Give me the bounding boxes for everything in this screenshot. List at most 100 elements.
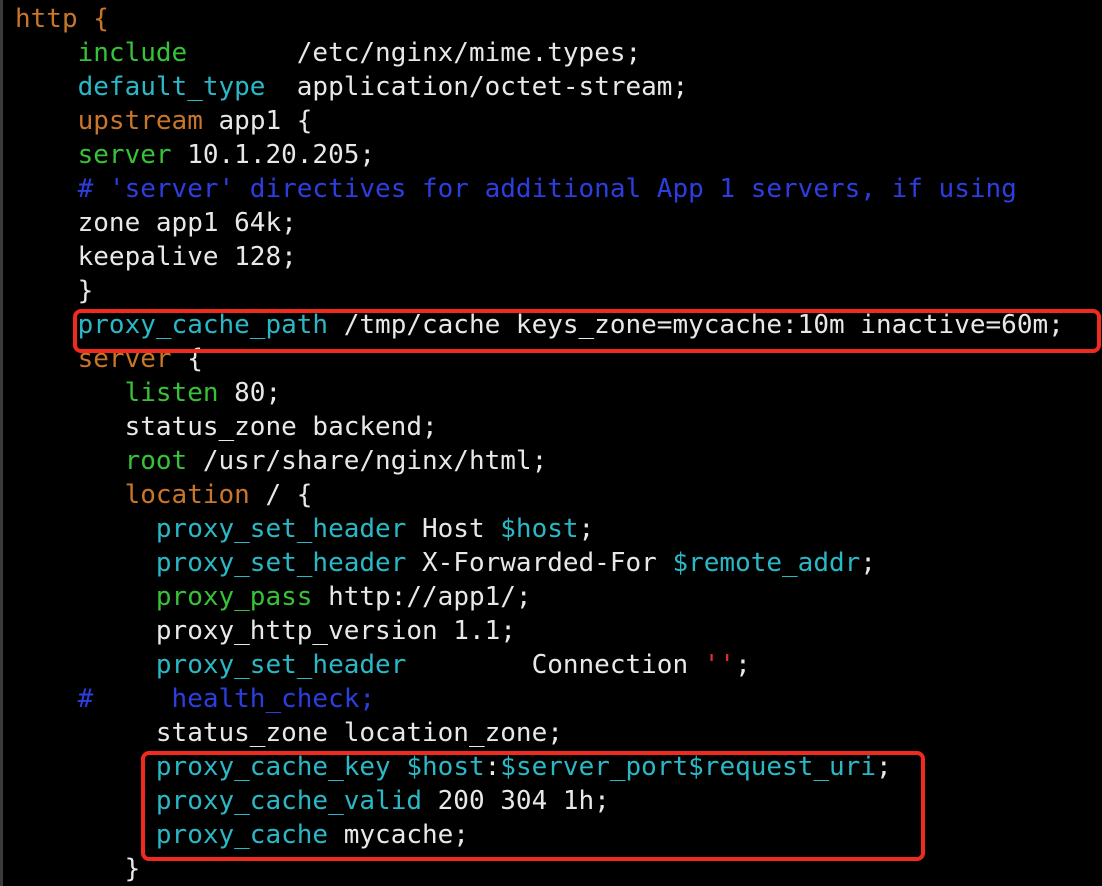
code-line: include /etc/nginx/mime.types; [15,36,1064,70]
code-token: zone app1 64k; [77,208,297,238]
code-token: http { [15,4,109,34]
code-line: listen 80; [15,376,1064,410]
code-line: status_zone location_zone; [15,716,1064,750]
code-token: /etc/nginx/mime.types; [187,38,642,68]
code-token: : [484,752,501,782]
code-line: server { [15,342,1064,376]
code-line: # health_check; [15,682,1064,716]
code-line: proxy_cache_valid 200 304 1h; [15,784,1064,818]
code-token: listen [124,378,219,408]
code-token: upstream [77,106,203,136]
code-line: upstream app1 { [15,104,1064,138]
code-token: X-Forwarded-For [406,548,673,578]
code-token: $host [500,514,579,544]
code-token: status_zone location_zone; [155,718,563,748]
code-token: status_zone backend; [124,412,438,442]
code-token: mycache; [328,820,469,850]
code-token: root [124,446,188,476]
code-token: keepalive 128; [77,242,297,272]
code-line: proxy_cache mycache; [15,818,1064,852]
code-token: proxy_pass [155,582,313,612]
code-token: proxy_set_header [155,650,407,680]
code-token: 10.1.20.205; [171,140,376,170]
code-token: 80; [218,378,282,408]
code-token: ; [860,548,876,578]
code-token: $host [406,752,485,782]
code-token: /tmp/cache keys_zone=mycache:10m inactiv… [328,310,1064,340]
code-token: app1 { [202,106,313,136]
code-token: 200 304 1h; [422,786,610,816]
code-token: Connection [406,650,704,680]
code-token: Host [406,514,501,544]
code-line: } [15,274,1064,308]
code-token: $remote_addr [672,548,861,578]
code-token: / { [249,480,313,510]
code-line: proxy_set_header X-Forwarded-For $remote… [15,546,1064,580]
code-line: proxy_cache_path /tmp/cache keys_zone=my… [15,308,1064,342]
code-line: keepalive 128; [15,240,1064,274]
code-token: proxy_set_header [155,514,407,544]
code-line: zone app1 64k; [15,206,1064,240]
code-token: '' [703,650,736,680]
code-token: proxy_cache_valid [155,786,422,816]
code-token: proxy_cache_path [77,310,329,340]
code-line: } [15,852,1064,886]
code-token: /usr/share/nginx/html; [187,446,548,476]
code-token: include [77,38,188,68]
code-token: server [77,140,172,170]
code-token: proxy_cache [155,820,329,850]
code-token: proxy_http_version 1.1; [155,616,516,646]
code-line: # 'server' directives for additional App… [15,172,1064,206]
code-line: proxy_set_header Host $host; [15,512,1064,546]
code-line: proxy_http_version 1.1; [15,614,1064,648]
code-token: } [124,854,141,884]
code-token: # health_check; [77,684,376,714]
code-line: proxy_pass http://app1/; [15,580,1064,614]
code-token: ; [578,514,595,544]
code-token: $server_port$request_uri [500,752,876,782]
code-line: proxy_cache_key $host:$server_port$reque… [15,750,1064,784]
code-editor-content[interactable]: http { include /etc/nginx/mime.types; de… [15,2,1064,886]
code-line: proxy_set_header Connection ''; [15,648,1064,682]
code-token: server [77,344,172,374]
terminal-window[interactable]: http { include /etc/nginx/mime.types; de… [0,0,1102,886]
code-line: root /usr/share/nginx/html; [15,444,1064,478]
code-token: } [77,276,94,306]
code-line: status_zone backend; [15,410,1064,444]
code-token: proxy_set_header [155,548,407,578]
code-token: application/octet-stream; [265,72,689,102]
code-token: # 'server' directives for additional App… [77,174,1017,204]
code-token: proxy_cache_key [155,752,391,782]
code-token: ; [875,752,892,782]
code-line: server 10.1.20.205; [15,138,1064,172]
code-token: http://app1/; [312,582,532,612]
code-token: ; [735,650,751,680]
code-token: default_type [77,72,266,102]
code-line: location / { [15,478,1064,512]
